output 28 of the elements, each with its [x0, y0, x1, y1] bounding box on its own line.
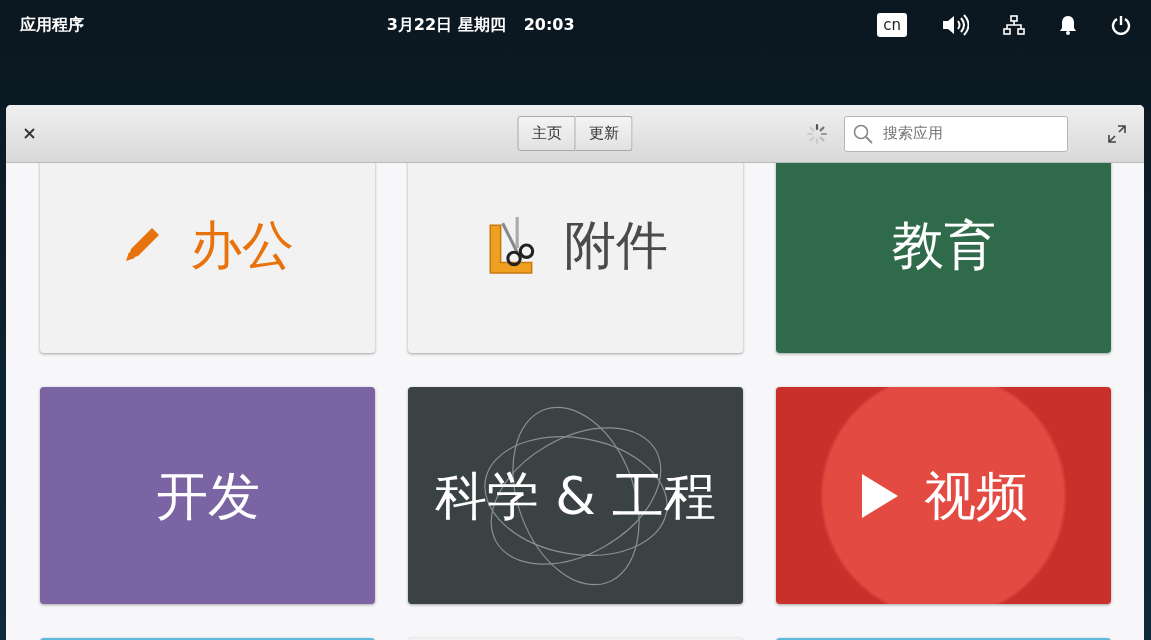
category-tile[interactable]: 视频 [776, 387, 1111, 604]
category-label: 教育 [891, 213, 996, 277]
tab[interactable]: 主页 [517, 116, 576, 151]
network-icon[interactable] [1003, 15, 1025, 35]
category-label: 附件 [563, 213, 668, 277]
category-tile[interactable]: 附件 [408, 163, 743, 353]
applications-menu[interactable]: 应用程序 [20, 13, 84, 37]
category-label: 开发 [155, 464, 260, 528]
power-icon[interactable] [1111, 15, 1131, 35]
search-field[interactable]: 搜索应用 [844, 115, 1068, 152]
category-tile[interactable]: 开发 [40, 387, 375, 604]
close-icon[interactable] [24, 128, 35, 139]
clock-label[interactable]: 20:03 [523, 13, 575, 37]
spinner-icon [806, 122, 828, 145]
category-label: 视频 [923, 464, 1028, 528]
volume-icon[interactable] [941, 14, 969, 36]
category-label: 科学 & 工程 [434, 464, 717, 528]
maximize-icon[interactable] [1108, 124, 1126, 143]
keyboard-layout-indicator[interactable]: cn [877, 12, 907, 38]
date-label[interactable]: 3月22日 星期四 [386, 13, 506, 37]
search-icon [853, 123, 873, 144]
category-tile[interactable]: 科学 & 工程 [408, 387, 743, 604]
tab[interactable]: 更新 [575, 116, 633, 151]
search-input[interactable]: 搜索应用 [881, 121, 1051, 146]
category-tile[interactable]: 教育 [776, 163, 1111, 353]
play-icon [859, 471, 900, 520]
category-label: 办公 [189, 213, 294, 277]
bell-icon[interactable] [1059, 15, 1077, 35]
